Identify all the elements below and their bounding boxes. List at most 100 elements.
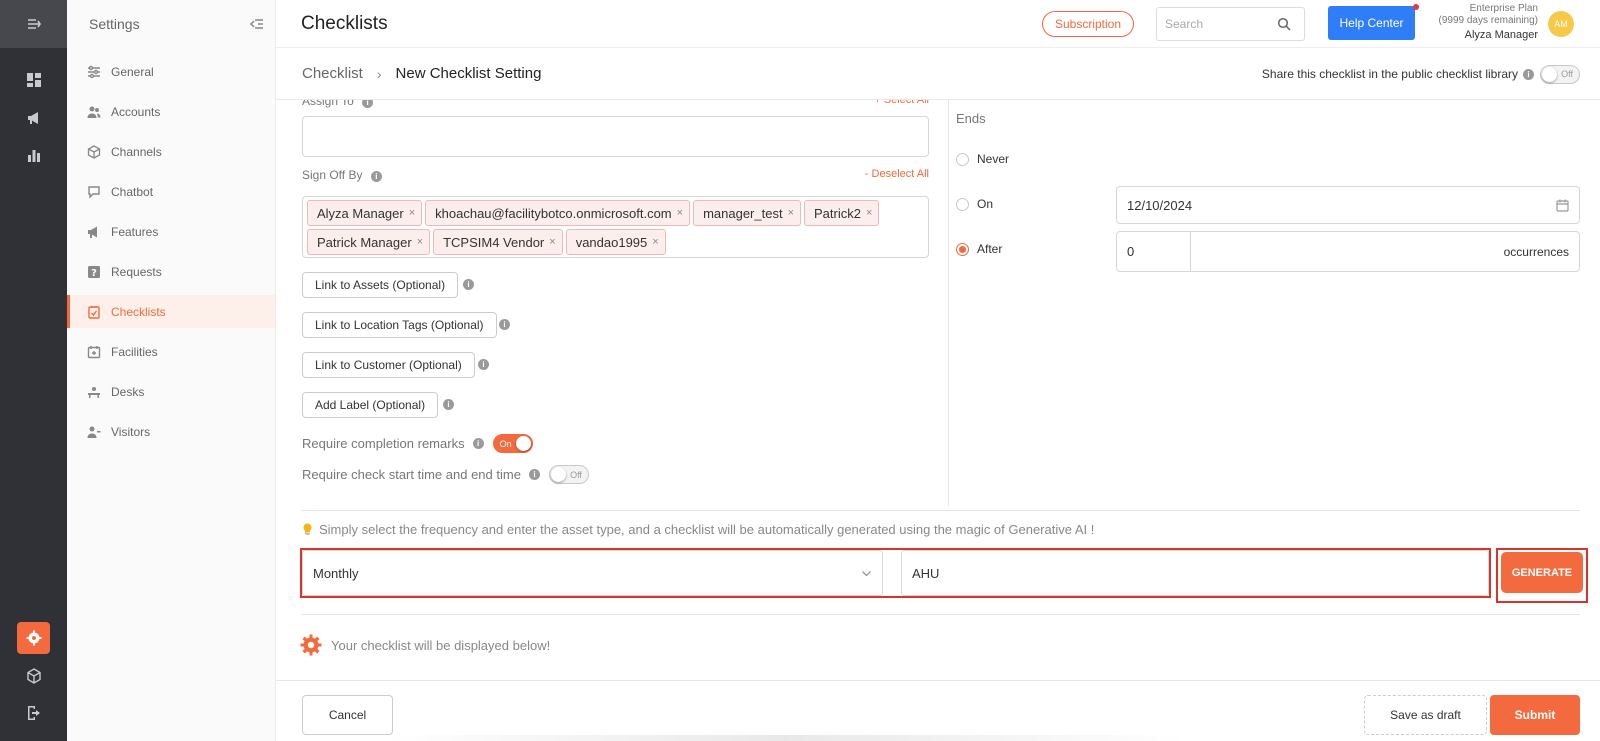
- rail-campaigns[interactable]: [0, 108, 67, 128]
- info-icon[interactable]: i: [370, 171, 382, 182]
- avatar[interactable]: AM: [1548, 11, 1574, 37]
- sidebar-item-label: Visitors: [111, 424, 151, 439]
- ai-hint: Simply select the frequency and enter th…: [302, 522, 1094, 537]
- search-icon[interactable]: [1277, 17, 1291, 31]
- sidebar-item-visitors[interactable]: Visitors: [67, 415, 275, 448]
- toggle-state: Off: [570, 469, 582, 480]
- tag-label: Alyza Manager: [317, 205, 404, 221]
- remove-tag-icon[interactable]: ×: [788, 207, 794, 219]
- deselect-all-link[interactable]: - Deselect All: [865, 168, 929, 182]
- radio-after[interactable]: [956, 242, 969, 256]
- select-all-link[interactable]: + Select All: [874, 100, 929, 108]
- info-icon[interactable]: i: [1523, 68, 1534, 80]
- info-icon[interactable]: i: [362, 100, 374, 108]
- gear-icon: [300, 634, 322, 656]
- cancel-button[interactable]: Cancel: [302, 695, 393, 735]
- sidebar-item-features[interactable]: Features: [67, 215, 275, 248]
- require-remarks-toggle[interactable]: On: [492, 434, 533, 453]
- tag-label: manager_test: [703, 205, 783, 221]
- result-placeholder: Your checklist will be displayed below!: [300, 634, 550, 656]
- sidebar-item-label: Accounts: [111, 104, 161, 119]
- sidebar-item-channels[interactable]: Channels: [67, 135, 275, 168]
- submit-button[interactable]: Submit: [1490, 695, 1580, 735]
- link-location-tags-button[interactable]: Link to Location Tags (Optional): [302, 312, 497, 338]
- remove-tag-icon[interactable]: ×: [652, 236, 658, 248]
- asset-type-input[interactable]: AHU: [901, 550, 1489, 596]
- sidebar-item-desks[interactable]: Desks: [67, 375, 275, 408]
- sidebar-item-accounts[interactable]: Accounts: [67, 95, 275, 128]
- remove-tag-icon[interactable]: ×: [866, 207, 872, 219]
- settings-gear-icon: [26, 630, 41, 646]
- remove-tag-icon[interactable]: ×: [549, 236, 555, 248]
- question-icon: ?: [87, 265, 101, 279]
- link-customer-button[interactable]: Link to Customer (Optional): [302, 352, 475, 378]
- radio-never[interactable]: [956, 152, 969, 166]
- rail-analytics[interactable]: [0, 145, 67, 165]
- search-input[interactable]: [1165, 17, 1277, 31]
- remove-tag-icon[interactable]: ×: [417, 236, 423, 248]
- after-label: After: [977, 242, 1003, 256]
- generate-button[interactable]: GENERATE: [1501, 552, 1583, 593]
- breadcrumb-root[interactable]: Checklist: [302, 65, 363, 82]
- assign-to-label: Assign To i: [302, 100, 374, 108]
- end-date-input[interactable]: 12/10/2024: [1116, 186, 1580, 224]
- ends-after-option[interactable]: After: [956, 242, 1002, 256]
- info-icon[interactable]: i: [463, 279, 474, 290]
- page-title: Checklists: [301, 12, 388, 34]
- sidebar-item-label: Chatbot: [111, 184, 154, 199]
- sidebar-item-label: Requests: [111, 264, 162, 279]
- sidebar-item-requests[interactable]: ? Requests: [67, 255, 275, 288]
- toggle-state: Off: [1561, 69, 1573, 79]
- chevron-down-icon: [861, 568, 872, 579]
- menu-expand-icon: [27, 19, 41, 29]
- save-draft-button[interactable]: Save as draft: [1364, 695, 1487, 735]
- info-icon[interactable]: i: [499, 319, 510, 330]
- on-label: On: [977, 197, 994, 211]
- occurrences-input[interactable]: 0: [1117, 232, 1191, 271]
- result-placeholder-text: Your checklist will be displayed below!: [331, 637, 551, 653]
- plan-info: Enterprise Plan (9999 days remaining) Al…: [1416, 3, 1539, 43]
- dashboard-icon: [26, 73, 41, 87]
- rail-logout[interactable]: [0, 703, 67, 723]
- share-toggle[interactable]: Off: [1540, 64, 1580, 84]
- clipboard-check-icon: [87, 305, 101, 319]
- sign-off-input[interactable]: Alyza Manager × khoachau@facilitybotco.on…: [302, 196, 929, 258]
- cube-icon: [26, 668, 41, 684]
- rail-modules[interactable]: [0, 666, 67, 686]
- tag-label: Patrick Manager: [317, 234, 412, 250]
- add-label-button[interactable]: Add Label (Optional): [302, 392, 439, 418]
- info-icon[interactable]: i: [443, 399, 454, 410]
- ends-never-option[interactable]: Never: [956, 152, 1009, 166]
- chat-icon: [87, 185, 101, 199]
- sidebar-item-general[interactable]: General: [67, 55, 275, 88]
- calendar-plus-icon: [87, 345, 101, 359]
- info-icon[interactable]: i: [478, 359, 489, 370]
- toggle-knob: [550, 467, 566, 482]
- radio-on[interactable]: [956, 197, 969, 211]
- info-icon[interactable]: i: [472, 438, 484, 449]
- rail-menu-toggle[interactable]: [0, 0, 67, 48]
- sign-off-label: Sign Off By i: [302, 168, 382, 182]
- ends-label: Ends: [956, 111, 986, 126]
- require-time-toggle[interactable]: Off: [548, 465, 589, 484]
- sidebar-item-checklists[interactable]: Checklists: [67, 295, 275, 328]
- breadcrumb-current: New Checklist Setting: [395, 65, 542, 82]
- assign-to-input[interactable]: [302, 116, 929, 157]
- remove-tag-icon[interactable]: ×: [409, 207, 415, 219]
- frequency-value: Monthly: [313, 565, 359, 581]
- subscription-button[interactable]: Subscription: [1042, 11, 1134, 37]
- tag-label: TCPSIM4 Vendor: [443, 234, 545, 250]
- box-icon: [87, 144, 101, 159]
- frequency-select[interactable]: Monthly: [302, 550, 883, 596]
- calendar-icon[interactable]: [1556, 199, 1569, 212]
- ends-on-option[interactable]: On: [956, 197, 993, 211]
- link-assets-button[interactable]: Link to Assets (Optional): [302, 272, 459, 298]
- help-center-button[interactable]: Help Center: [1328, 6, 1415, 40]
- rail-dashboard[interactable]: [0, 70, 67, 90]
- sidebar-item-chatbot[interactable]: Chatbot: [67, 175, 275, 208]
- sidebar-item-facilities[interactable]: Facilities: [67, 335, 275, 368]
- collapse-sidebar-icon[interactable]: [249, 16, 265, 32]
- info-icon[interactable]: i: [528, 469, 540, 480]
- remove-tag-icon[interactable]: ×: [677, 207, 683, 219]
- rail-settings[interactable]: [17, 622, 50, 654]
